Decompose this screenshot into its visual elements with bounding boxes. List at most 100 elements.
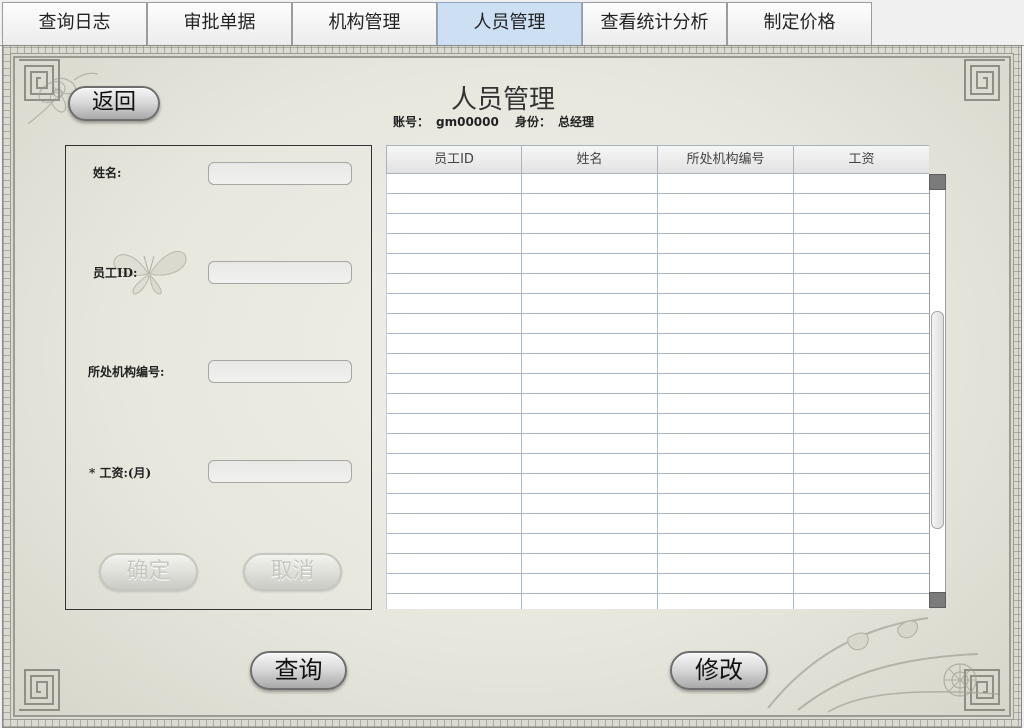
table-cell[interactable] — [658, 214, 794, 233]
table-cell[interactable] — [658, 414, 794, 433]
table-cell[interactable] — [387, 514, 522, 533]
modify-button[interactable]: 修改 — [670, 651, 768, 690]
table-cell[interactable] — [794, 574, 929, 593]
table-cell[interactable] — [794, 454, 929, 473]
scroll-up-button[interactable] — [929, 174, 946, 190]
table-cell[interactable] — [794, 294, 929, 313]
table-cell[interactable] — [522, 274, 658, 293]
table-cell[interactable] — [658, 394, 794, 413]
table-cell[interactable] — [794, 494, 929, 513]
query-button[interactable]: 查询 — [250, 651, 347, 690]
table-row[interactable] — [387, 294, 929, 314]
table-cell[interactable] — [522, 494, 658, 513]
tab-statistics[interactable]: 查看统计分析 — [582, 2, 727, 45]
table-row[interactable] — [387, 554, 929, 574]
table-cell[interactable] — [387, 314, 522, 333]
table-cell[interactable] — [794, 254, 929, 273]
table-cell[interactable] — [522, 474, 658, 493]
table-row[interactable] — [387, 534, 929, 554]
table-cell[interactable] — [658, 354, 794, 373]
table-cell[interactable] — [794, 374, 929, 393]
table-cell[interactable] — [387, 534, 522, 553]
table-cell[interactable] — [522, 234, 658, 253]
table-cell[interactable] — [387, 454, 522, 473]
table-cell[interactable] — [658, 254, 794, 273]
cancel-button[interactable]: 取消 — [243, 553, 342, 591]
table-cell[interactable] — [522, 574, 658, 593]
table-cell[interactable] — [794, 234, 929, 253]
table-cell[interactable] — [794, 594, 929, 609]
table-row[interactable] — [387, 274, 929, 294]
tab-pricing[interactable]: 制定价格 — [727, 2, 872, 45]
tab-query-log[interactable]: 查询日志 — [2, 2, 147, 45]
table-cell[interactable] — [658, 274, 794, 293]
confirm-button[interactable]: 确定 — [99, 553, 198, 591]
table-row[interactable] — [387, 314, 929, 334]
table-cell[interactable] — [658, 434, 794, 453]
scroll-down-button[interactable] — [929, 592, 946, 608]
table-cell[interactable] — [387, 374, 522, 393]
table-cell[interactable] — [658, 454, 794, 473]
table-cell[interactable] — [658, 554, 794, 573]
table-cell[interactable] — [387, 434, 522, 453]
table-row[interactable] — [387, 494, 929, 514]
table-cell[interactable] — [658, 574, 794, 593]
table-cell[interactable] — [794, 514, 929, 533]
table-cell[interactable] — [387, 474, 522, 493]
table-cell[interactable] — [522, 254, 658, 273]
table-cell[interactable] — [387, 274, 522, 293]
column-header-name[interactable]: 姓名 — [522, 146, 658, 173]
table-row[interactable] — [387, 234, 929, 254]
table-cell[interactable] — [522, 434, 658, 453]
table-cell[interactable] — [522, 314, 658, 333]
table-cell[interactable] — [658, 594, 794, 609]
table-cell[interactable] — [387, 354, 522, 373]
table-cell[interactable] — [522, 414, 658, 433]
column-header-employee-id[interactable]: 员工ID — [387, 146, 522, 173]
table-cell[interactable] — [522, 294, 658, 313]
table-row[interactable] — [387, 374, 929, 394]
table-cell[interactable] — [387, 254, 522, 273]
salary-input[interactable] — [208, 460, 352, 483]
table-scrollbar[interactable] — [929, 174, 946, 608]
table-cell[interactable] — [522, 594, 658, 609]
table-cell[interactable] — [794, 314, 929, 333]
table-cell[interactable] — [658, 474, 794, 493]
table-cell[interactable] — [522, 174, 658, 193]
table-row[interactable] — [387, 194, 929, 214]
table-cell[interactable] — [522, 534, 658, 553]
table-cell[interactable] — [387, 294, 522, 313]
table-cell[interactable] — [794, 534, 929, 553]
table-row[interactable] — [387, 254, 929, 274]
table-cell[interactable] — [387, 494, 522, 513]
table-cell[interactable] — [387, 554, 522, 573]
table-cell[interactable] — [522, 374, 658, 393]
table-row[interactable] — [387, 514, 929, 534]
table-cell[interactable] — [658, 534, 794, 553]
back-button[interactable]: 返回 — [68, 86, 160, 121]
table-cell[interactable] — [658, 334, 794, 353]
table-row[interactable] — [387, 174, 929, 194]
table-cell[interactable] — [387, 194, 522, 213]
table-cell[interactable] — [522, 394, 658, 413]
table-cell[interactable] — [658, 374, 794, 393]
name-input[interactable] — [208, 162, 352, 185]
tab-approve-documents[interactable]: 审批单据 — [147, 2, 292, 45]
table-cell[interactable] — [387, 214, 522, 233]
tab-staff-management[interactable]: 人员管理 — [437, 2, 582, 45]
table-cell[interactable] — [658, 174, 794, 193]
scrollbar-thumb[interactable] — [931, 311, 944, 529]
table-cell[interactable] — [522, 554, 658, 573]
table-cell[interactable] — [387, 234, 522, 253]
table-row[interactable] — [387, 574, 929, 594]
table-cell[interactable] — [387, 334, 522, 353]
table-cell[interactable] — [794, 554, 929, 573]
table-cell[interactable] — [387, 174, 522, 193]
org-number-input[interactable] — [208, 360, 352, 383]
table-row[interactable] — [387, 474, 929, 494]
table-cell[interactable] — [794, 394, 929, 413]
table-cell[interactable] — [794, 214, 929, 233]
table-cell[interactable] — [658, 194, 794, 213]
table-cell[interactable] — [522, 334, 658, 353]
table-cell[interactable] — [658, 494, 794, 513]
